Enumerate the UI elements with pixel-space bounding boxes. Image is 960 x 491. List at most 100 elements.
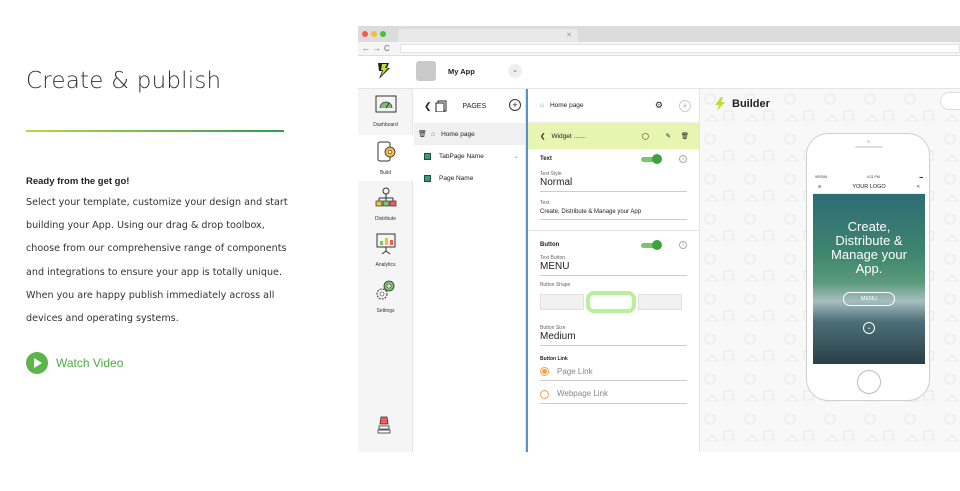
divider: [528, 230, 699, 231]
shape-option-pill[interactable]: [638, 294, 682, 310]
sidebar-item-settings[interactable]: Settings: [358, 273, 413, 319]
info-icon[interactable]: i: [679, 155, 687, 163]
phone-topbar: ≡ YOUR LOGO <: [813, 180, 925, 194]
sidebar: Dashboard Build Distribute Analytics Set…: [358, 89, 413, 452]
share-icon[interactable]: <: [917, 184, 920, 190]
page-link-option[interactable]: Page Link: [540, 367, 687, 382]
widget-label: Widget .......: [551, 132, 587, 140]
text-value: Create, Distribute & Manage your App: [540, 209, 687, 220]
close-tab-icon[interactable]: ✕: [566, 31, 572, 39]
close-dot-icon[interactable]: [362, 31, 368, 37]
chevron-down-icon[interactable]: ⌄: [508, 64, 522, 78]
text-toggle[interactable]: [641, 153, 662, 164]
reload-icon[interactable]: C: [384, 44, 390, 53]
trash-icon[interactable]: 🗑: [418, 130, 427, 138]
browser-tab[interactable]: ✕: [398, 29, 578, 42]
preview-toggle[interactable]: [940, 92, 960, 110]
page-icon: [424, 152, 431, 160]
button-link-field: Button Link Page Link Webpage Link: [528, 356, 699, 404]
radio-icon[interactable]: [540, 367, 549, 377]
build-icon: [377, 141, 395, 162]
maximize-dot-icon[interactable]: [380, 31, 386, 37]
page-title: Create & publish: [26, 68, 222, 94]
sidebar-item-distribute[interactable]: Distribute: [358, 181, 413, 227]
text-style-field[interactable]: Text Style Normal: [528, 171, 699, 192]
menu-icon[interactable]: ≡: [818, 184, 821, 190]
phone-speaker: [855, 146, 883, 148]
title-divider: [26, 130, 284, 132]
chess-icon[interactable]: [376, 415, 392, 440]
bolt-icon: [715, 97, 725, 111]
widget-row[interactable]: ❮ Widget ....... ◯ ✎ 🗑: [528, 123, 699, 149]
page-label: Home page: [441, 130, 475, 138]
pages-title: PAGES: [462, 102, 487, 110]
chevron-down-icon[interactable]: ⌄: [514, 152, 519, 160]
builder-canvas: Builder VIRGIN 4:21 PM ▬ ≡ YOUR LOGO < C…: [700, 89, 960, 452]
app-selector[interactable]: My App ⌄: [416, 59, 524, 83]
url-input[interactable]: [399, 44, 960, 53]
text-button-field[interactable]: Text Button MENU: [528, 255, 699, 276]
button-size-field[interactable]: Button Size Medium: [528, 325, 699, 346]
phone-home-button[interactable]: [857, 370, 881, 394]
sidebar-item-dashboard[interactable]: Dashboard: [358, 89, 413, 135]
trash-icon[interactable]: 🗑: [681, 132, 689, 140]
forward-icon[interactable]: →: [373, 44, 381, 53]
page-icon: [424, 174, 431, 182]
button-link-label: Button Link: [540, 356, 568, 362]
button-shape-label: Button Shape: [540, 282, 571, 288]
back-icon[interactable]: ←: [362, 44, 370, 53]
app-name: My App: [448, 66, 475, 76]
webpage-link-label: Webpage Link: [557, 389, 608, 399]
add-icon[interactable]: +: [679, 99, 691, 112]
sidebar-item-build[interactable]: Build: [358, 135, 413, 181]
page-link-label: Page Link: [557, 367, 593, 376]
sidebar-item-label: Analytics: [375, 262, 396, 268]
minimize-dot-icon[interactable]: [371, 31, 377, 37]
page-row-page[interactable]: Page Name: [414, 167, 525, 189]
chevron-down-icon[interactable]: ⌄: [863, 322, 875, 334]
phone-menu-button[interactable]: MENU: [843, 292, 895, 306]
watch-video-link[interactable]: Watch Video: [26, 352, 296, 375]
time-label: 4:21 PM: [866, 175, 880, 179]
settings-icon: [376, 280, 394, 300]
app-avatar: [416, 61, 436, 81]
back-icon[interactable]: ❮: [424, 101, 432, 112]
brand-logo-icon: [378, 63, 390, 79]
sidebar-item-label: Settings: [376, 308, 395, 314]
builder-label: Builder: [732, 98, 770, 110]
subtitle: Ready from the get go!: [26, 176, 130, 187]
sidebar-item-analytics[interactable]: Analytics: [358, 227, 413, 273]
app-builder: My App ⌄ Dashboard Build Distribute Anal…: [358, 56, 960, 452]
battery-icon: ▬: [919, 175, 923, 179]
comment-icon[interactable]: ◯: [642, 132, 649, 140]
phone-preview: VIRGIN 4:21 PM ▬ ≡ YOUR LOGO < Create, D…: [806, 133, 930, 401]
text-label: Text: [540, 200, 550, 206]
text-section-label: Text: [540, 156, 552, 162]
webpage-link-option[interactable]: Webpage Link: [540, 389, 687, 404]
button-toggle[interactable]: [641, 239, 662, 250]
page-row-tabpage[interactable]: TabPage Name ⌄: [414, 145, 525, 167]
page-label: Page Name: [439, 174, 474, 182]
phone-camera: [867, 140, 870, 143]
browser-window: ✕ ← → C My App ⌄ Dashboard Build Distrib…: [358, 26, 960, 452]
properties-panel: ⌂ Home page ⚙ + ❮ Widget ....... ◯ ✎ 🗑 T…: [526, 89, 700, 452]
pages-icon: [435, 100, 447, 112]
carrier-label: VIRGIN: [815, 175, 828, 179]
add-page-icon[interactable]: +: [509, 99, 521, 111]
shape-option-square[interactable]: [540, 294, 584, 310]
sidebar-item-label: Build: [379, 170, 392, 176]
text-style-value: Normal: [540, 177, 687, 192]
page-row-home[interactable]: 🗑 ⌂ Home page: [414, 123, 525, 145]
info-icon[interactable]: i: [679, 241, 687, 249]
distribute-icon: [375, 187, 396, 207]
edit-icon[interactable]: ✎: [666, 132, 671, 140]
gear-icon[interactable]: ⚙: [655, 100, 663, 111]
button-size-value: Medium: [540, 331, 687, 346]
text-section-header: Text i: [528, 149, 699, 169]
button-section-header: Button i: [528, 237, 699, 253]
pages-header: ❮ PAGES +: [414, 89, 525, 123]
radio-icon[interactable]: [540, 389, 549, 399]
back-icon[interactable]: ❮: [540, 132, 545, 140]
text-field[interactable]: Text Create, Distribute & Manage your Ap…: [528, 200, 699, 220]
shape-option-rounded[interactable]: [586, 291, 636, 313]
